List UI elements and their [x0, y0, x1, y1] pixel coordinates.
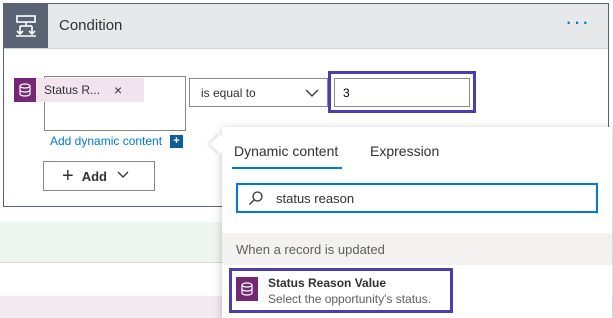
add-button[interactable]: + Add	[43, 161, 155, 191]
add-dynamic-content-link[interactable]: Add dynamic content	[50, 134, 162, 148]
more-options-icon[interactable]: ···	[565, 11, 590, 33]
search-icon	[248, 190, 264, 211]
condition-icon	[4, 4, 48, 48]
section-header[interactable]: When a record is updated	[222, 233, 612, 265]
card-title: Condition	[59, 17, 123, 34]
add-label: Add	[81, 168, 107, 184]
remove-token-icon[interactable]: ×	[114, 82, 122, 98]
value-highlight-box	[328, 71, 476, 113]
card-header[interactable]: Condition ···	[4, 4, 608, 49]
add-dynamic-content-icon[interactable]: +	[170, 135, 183, 148]
operator-value: is equal to	[201, 86, 256, 100]
active-tab-indicator	[232, 167, 342, 169]
tab-expression[interactable]: Expression	[370, 143, 439, 159]
tab-dynamic-content[interactable]: Dynamic content	[234, 143, 338, 159]
dynamic-token[interactable]: Status R... ×	[14, 78, 144, 102]
search-input[interactable]: status reason	[276, 191, 354, 206]
database-icon	[14, 78, 36, 102]
result-highlight-box	[229, 268, 453, 313]
search-field[interactable]: status reason	[236, 183, 598, 213]
chevron-down-icon	[305, 86, 319, 104]
plus-icon: +	[62, 165, 74, 187]
token-label: Status R...	[44, 83, 101, 97]
operator-select[interactable]: is equal to	[189, 78, 328, 107]
section-label: When a record is updated	[236, 242, 385, 257]
chevron-down-icon	[117, 167, 129, 185]
